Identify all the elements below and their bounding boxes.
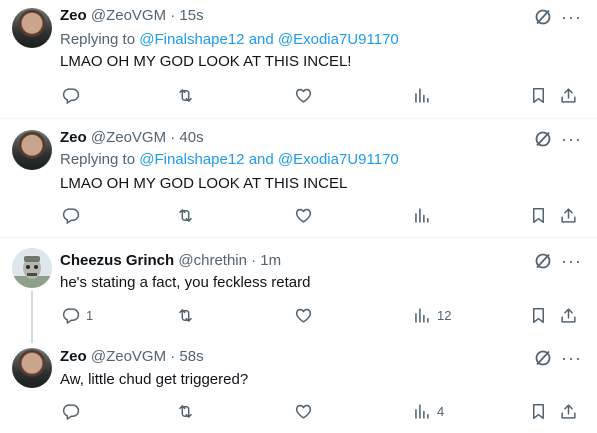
views-icon [415, 307, 429, 323]
grok-icon[interactable] [533, 7, 553, 27]
avatar-image [12, 248, 52, 288]
retweet-icon [179, 88, 192, 102]
retweet-icon [179, 308, 192, 322]
mention-link[interactable]: @Exodia7U91170 [278, 151, 399, 168]
reply-icon [62, 307, 80, 324]
views-button[interactable]: 12 [412, 305, 451, 325]
mention-and[interactable]: and [249, 151, 274, 168]
avatar[interactable] [12, 130, 52, 170]
tweet-text: LMAO OH MY GOD LOOK AT THIS INCEL [60, 175, 348, 192]
bookmark-icon [532, 403, 545, 419]
tweet-3[interactable]: Cheezus Grinch @chrethin · 1m ··· he's s… [0, 238, 597, 338]
tweet-2[interactable]: Zeo @ZeoVGM · 40s ··· Replying to @Final… [0, 119, 597, 237]
retweet-button[interactable] [176, 85, 195, 105]
views-button[interactable]: 4 [412, 401, 444, 421]
views-icon [415, 403, 429, 419]
bookmark-icon [532, 307, 545, 323]
share-icon [561, 207, 576, 223]
reply-icon [62, 87, 80, 104]
timestamp[interactable]: · 15s [170, 7, 203, 24]
display-name[interactable]: Zeo [60, 129, 87, 146]
views-icon [415, 87, 429, 103]
display-name[interactable]: Zeo [60, 7, 87, 24]
mention-link[interactable]: @Exodia7U91170 [278, 31, 399, 48]
more-icon[interactable]: ··· [561, 8, 581, 30]
mention-link[interactable]: @Finalshape12 [139, 31, 244, 48]
share-icon [561, 87, 576, 103]
reply-button[interactable] [61, 205, 80, 225]
user-handle[interactable]: @ZeoVGM [91, 7, 166, 24]
views-button[interactable] [412, 85, 431, 105]
retweet-icon [179, 404, 192, 418]
grok-icon[interactable] [533, 348, 553, 368]
views-button[interactable] [412, 205, 431, 225]
mention-link[interactable]: @Finalshape12 [139, 151, 244, 168]
timestamp[interactable]: · 40s [170, 129, 203, 146]
views-count: 12 [437, 307, 452, 323]
bookmark-button[interactable] [529, 401, 548, 421]
tweet-header: Zeo @ZeoVGM · 58s [60, 347, 204, 367]
avatar[interactable] [12, 8, 52, 48]
share-icon [561, 307, 576, 323]
retweet-button[interactable] [176, 305, 195, 325]
retweet-icon [179, 208, 192, 222]
tweet-header: Zeo @ZeoVGM · 15s [60, 6, 204, 26]
like-icon [295, 88, 312, 103]
reply-icon [62, 207, 80, 224]
share-button[interactable] [559, 401, 578, 421]
user-handle[interactable]: @ZeoVGM [91, 129, 166, 146]
more-icon[interactable]: ··· [561, 349, 581, 371]
like-icon [295, 308, 312, 323]
bookmark-button[interactable] [529, 305, 548, 325]
like-button[interactable] [294, 401, 313, 421]
avatar[interactable] [12, 248, 52, 288]
grok-icon[interactable] [533, 129, 553, 149]
timestamp[interactable]: · 58s [170, 348, 203, 365]
avatar[interactable] [12, 348, 52, 388]
tweet-text: he's stating a fact, you feckless retard [60, 274, 311, 291]
bookmark-button[interactable] [529, 85, 548, 105]
like-button[interactable] [294, 85, 313, 105]
reply-icon [62, 403, 80, 420]
user-handle[interactable]: @ZeoVGM [91, 348, 166, 365]
replying-to: Replying to @Finalshape12 and @Exodia7U9… [60, 150, 399, 170]
tweet-header: Zeo @ZeoVGM · 40s [60, 128, 204, 148]
tweet-4[interactable]: Zeo @ZeoVGM · 58s ··· Aw, little chud ge… [0, 338, 597, 433]
reply-button[interactable] [61, 85, 80, 105]
tweet-header: Cheezus Grinch @chrethin · 1m [60, 251, 281, 271]
tweet-text: LMAO OH MY GOD LOOK AT THIS INCEL! [60, 53, 352, 70]
replying-to: Replying to @Finalshape12 and @Exodia7U9… [60, 30, 399, 50]
reply-count: 1 [86, 307, 94, 323]
more-icon[interactable]: ··· [561, 130, 581, 152]
reply-button[interactable]: 1 [61, 305, 93, 325]
views-icon [415, 207, 429, 223]
like-icon [295, 404, 312, 419]
replying-prefix: Replying to [60, 151, 136, 168]
display-name[interactable]: Zeo [60, 348, 87, 365]
bookmark-icon [532, 207, 545, 223]
timestamp[interactable]: · 1m [251, 252, 281, 269]
share-icon [561, 403, 576, 419]
like-button[interactable] [294, 305, 313, 325]
display-name[interactable]: Cheezus Grinch [60, 252, 174, 269]
share-button[interactable] [559, 205, 578, 225]
mention-and[interactable]: and [249, 31, 274, 48]
bookmark-icon [532, 87, 545, 103]
reply-button[interactable] [61, 401, 80, 421]
views-count: 4 [437, 403, 445, 419]
user-handle[interactable]: @chrethin [178, 252, 247, 269]
grok-icon[interactable] [533, 251, 553, 271]
retweet-button[interactable] [176, 401, 195, 421]
share-button[interactable] [559, 305, 578, 325]
like-icon [295, 208, 312, 223]
tweet-text: Aw, little chud get triggered? [60, 371, 249, 388]
more-icon[interactable]: ··· [561, 252, 581, 274]
tweet-1[interactable]: Zeo @ZeoVGM · 15s ··· Replying to @Final… [0, 0, 597, 118]
bookmark-button[interactable] [529, 205, 548, 225]
like-button[interactable] [294, 205, 313, 225]
share-button[interactable] [559, 85, 578, 105]
retweet-button[interactable] [176, 205, 195, 225]
replying-prefix: Replying to [60, 31, 136, 48]
